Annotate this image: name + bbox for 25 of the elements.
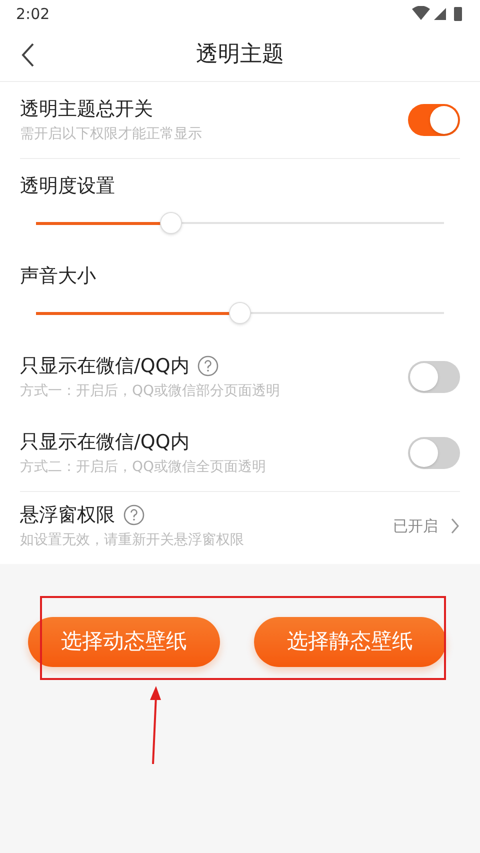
page-title: 透明主题 [196, 41, 284, 69]
wallpaper-button[interactable]: 选择静态壁纸 [254, 617, 446, 667]
status-time: 2:02 [16, 4, 50, 25]
setting-title: 只显示在微信/QQ内 [20, 430, 190, 455]
status-value[interactable]: 已开启 [393, 514, 438, 538]
setting-title: 透明度设置 [20, 174, 116, 199]
setting-title: 只显示在微信/QQ内 [20, 354, 190, 379]
slider-thumb[interactable] [229, 302, 251, 324]
setting-subtitle: 方式一：开启后，QQ或微信部分页面透明 [20, 382, 282, 401]
setting-subtitle: 方式二：开启后，QQ或微信全页面透明 [20, 458, 268, 477]
wallpaper-button[interactable]: 选择动态壁纸 [28, 617, 220, 667]
toggle-switch[interactable] [408, 104, 460, 136]
toggle-switch[interactable] [408, 437, 460, 469]
back-icon[interactable] [20, 42, 36, 68]
toggle-switch[interactable] [408, 361, 460, 393]
setting-subtitle: 需开启以下权限才能正常显示 [20, 125, 203, 144]
help-icon[interactable] [123, 504, 145, 526]
setting-title: 悬浮窗权限 [20, 503, 115, 528]
help-icon[interactable] [197, 355, 220, 377]
status-icons [412, 6, 464, 22]
setting-title: 透明主题总开关 [20, 97, 153, 122]
setting-subtitle: 如设置无效，请重新开关悬浮窗权限 [20, 531, 245, 550]
setting-title: 声音大小 [20, 264, 97, 289]
slider-thumb[interactable] [160, 212, 182, 234]
chevron-right-icon[interactable] [450, 518, 460, 534]
